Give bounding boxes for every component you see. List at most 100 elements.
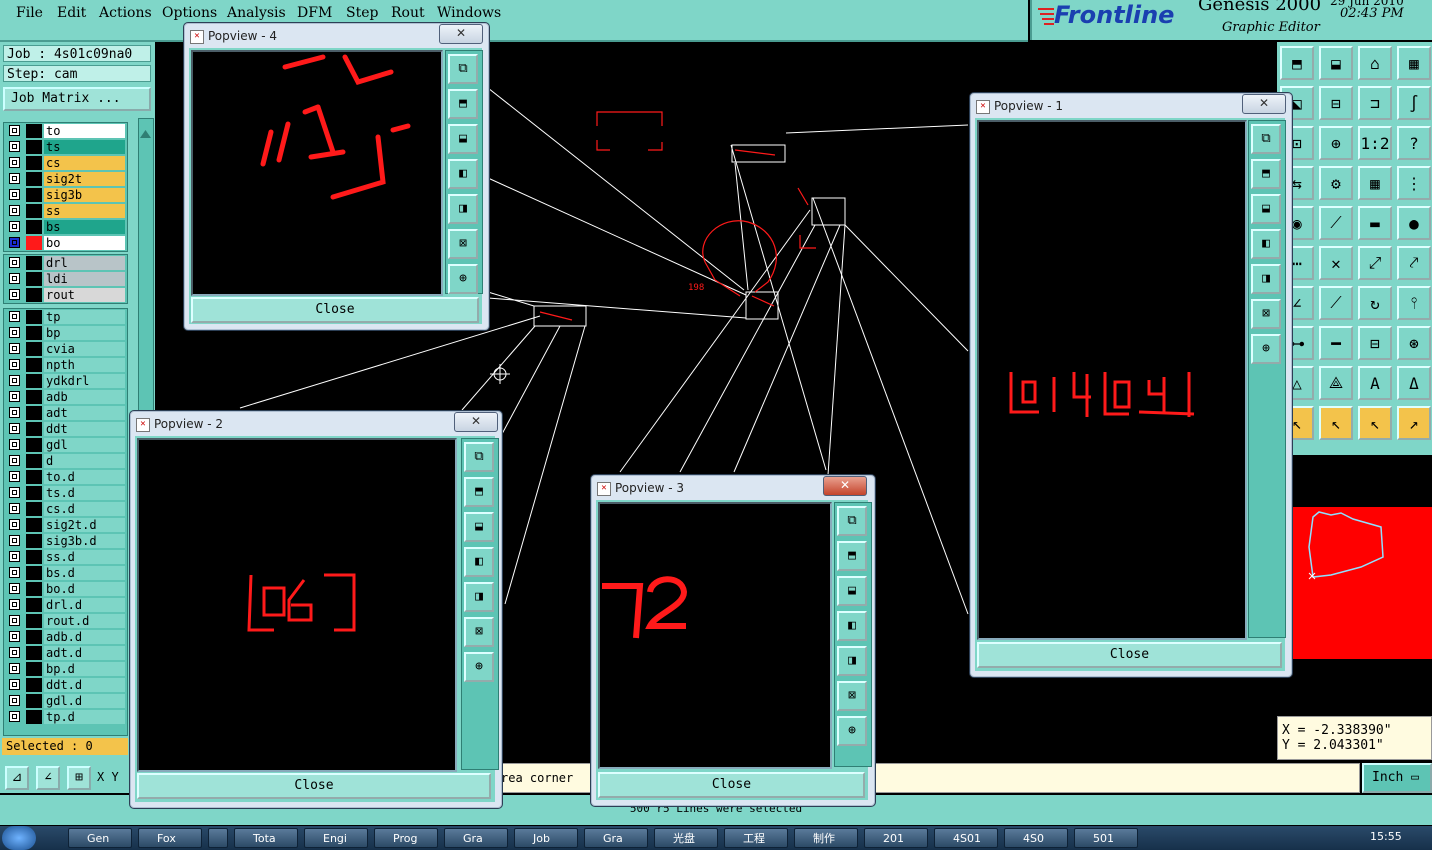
popview-1-canvas[interactable] [977, 120, 1247, 640]
layer-checkbox[interactable] [9, 583, 20, 594]
taskbar-item[interactable]: Fox [138, 828, 202, 848]
layer-name[interactable]: bo [44, 236, 125, 250]
pointer-move-icon[interactable]: ↖ [1358, 406, 1392, 440]
line-icon[interactable]: ⟋ [1319, 206, 1353, 240]
layer-checkbox[interactable] [9, 311, 20, 322]
popview-1-window[interactable]: ✕ Popview - 1 ✕ ⧉ ⬒ ⬓ ◧ ◨ ⊠ ⊕ Close [969, 92, 1293, 678]
display-icon[interactable]: ⬒ [1280, 46, 1314, 80]
layer-name[interactable]: ydkdrl [44, 374, 125, 388]
pan-right-icon[interactable]: ◨ [837, 646, 867, 676]
job-matrix-button[interactable]: Job Matrix ... [3, 87, 151, 111]
scroll-up-arrow-icon[interactable] [140, 123, 151, 138]
popview-2-close-x-button[interactable]: ✕ [454, 412, 498, 432]
layer-row-bo[interactable]: bo [4, 235, 127, 251]
popview-4-close-x-button[interactable]: ✕ [439, 24, 483, 44]
layer-row-bs[interactable]: bs [4, 219, 127, 235]
layer-name[interactable]: bp [44, 326, 125, 340]
layer-name[interactable]: adb [44, 390, 125, 404]
layer-checkbox[interactable] [9, 535, 20, 546]
layer-name[interactable]: rout [44, 288, 125, 302]
pan-icon[interactable]: ⊕ [1319, 126, 1353, 160]
help-icon[interactable]: ? [1397, 126, 1431, 160]
popview-1-close-button[interactable]: Close [977, 642, 1282, 668]
zoom-out-icon[interactable]: ⬓ [1251, 194, 1281, 224]
taskbar-item[interactable]: Gra [584, 828, 648, 848]
layer-checkbox[interactable] [9, 359, 20, 370]
layer-name[interactable]: sig3b [44, 188, 125, 202]
group-icon[interactable]: ⊛ [1397, 326, 1431, 360]
layer-row-ss[interactable]: ss [4, 203, 127, 219]
text-icon[interactable]: A [1358, 366, 1392, 400]
delta-icon[interactable]: Δ [1397, 366, 1431, 400]
popview-3-canvas[interactable] [598, 502, 832, 769]
move-icon[interactable]: ⤢ [1358, 246, 1392, 280]
taskbar-item[interactable]: Gra [444, 828, 508, 848]
zoom-in-icon[interactable]: ⬒ [464, 477, 494, 507]
cross-icon[interactable]: ✕ [1319, 246, 1353, 280]
layer-row-ddt-d[interactable]: ddt.d [4, 677, 127, 693]
layer-row-drl-d[interactable]: drl.d [4, 597, 127, 613]
zoom-out-icon[interactable]: ⬓ [448, 124, 478, 154]
props-icon[interactable]: ⋮ [1397, 166, 1431, 200]
layer-row-rout[interactable]: rout [4, 287, 127, 303]
pan-right-icon[interactable]: ◨ [464, 582, 494, 612]
layer-row-gdl-d[interactable]: gdl.d [4, 693, 127, 709]
settings-icon[interactable]: ⚙ [1319, 166, 1353, 200]
rotate-icon[interactable]: ↻ [1358, 286, 1392, 320]
layer-row-adt-d[interactable]: adt.d [4, 645, 127, 661]
grid-tool-icon[interactable]: ⊞ [67, 766, 91, 790]
layer-row-tp-d[interactable]: tp.d [4, 709, 127, 725]
copy-icon[interactable]: ⤤ [1397, 246, 1431, 280]
layer-row-to[interactable]: to [4, 123, 127, 139]
zoom-in-icon[interactable]: ⬒ [837, 541, 867, 571]
zoom-fit-icon[interactable]: ⊠ [1251, 299, 1281, 329]
pan-left-icon[interactable]: ◧ [448, 159, 478, 189]
layer-checkbox[interactable] [9, 503, 20, 514]
popview-4-window[interactable]: ✕ Popview - 4 ✕ ⧉ ⬒ ⬓ ◧ ◨ ⊠ ⊕ Close [183, 22, 490, 331]
layer-checkbox[interactable] [9, 157, 20, 168]
layer-name[interactable]: ldi [44, 272, 125, 286]
menu-options[interactable]: Options [162, 5, 217, 21]
layer-row-gdl[interactable]: gdl [4, 437, 127, 453]
layer-name[interactable]: ss [44, 204, 125, 218]
layer-checkbox[interactable] [9, 289, 20, 300]
scale-icon[interactable]: 1:2 [1358, 126, 1392, 160]
taskbar-item[interactable]: 光盘 [654, 828, 718, 848]
layer-row-bs-d[interactable]: bs.d [4, 565, 127, 581]
layer-row-npth[interactable]: npth [4, 357, 127, 373]
layer-name[interactable]: sig2t [44, 172, 125, 186]
zoom-home-icon[interactable]: ⊕ [837, 716, 867, 746]
zoom-window-icon[interactable]: ⧉ [464, 442, 494, 472]
zoom-home-icon[interactable]: ⊕ [448, 264, 478, 294]
layer-name[interactable]: bs.d [44, 566, 125, 580]
layer-checkbox[interactable] [9, 471, 20, 482]
start-button[interactable] [2, 826, 36, 850]
popview-1-close-x-button[interactable]: ✕ [1242, 94, 1286, 114]
layer-name[interactable]: ddt.d [44, 678, 125, 692]
layer-checkbox[interactable] [9, 257, 20, 268]
layer-checkbox[interactable] [9, 173, 20, 184]
layer-row-ts-d[interactable]: ts.d [4, 485, 127, 501]
fit-icon[interactable]: ⊟ [1358, 326, 1392, 360]
layer-checkbox[interactable] [9, 679, 20, 690]
zoom-out-icon[interactable]: ⬓ [837, 576, 867, 606]
layer-name[interactable]: cs [44, 156, 125, 170]
layer-name[interactable]: adt.d [44, 646, 125, 660]
taskbar-item[interactable]: 制作 [794, 828, 858, 848]
layer-checkbox[interactable] [9, 237, 20, 248]
popview-4-canvas[interactable] [191, 50, 443, 296]
layer-checkbox[interactable] [9, 487, 20, 498]
pad-icon[interactable]: ● [1397, 206, 1431, 240]
popview-3-window[interactable]: ✕ Popview - 3 ✕ ⧉ ⬒ ⬓ ◧ ◨ ⊠ ⊕ Close [590, 474, 876, 807]
layer-down-icon[interactable]: ⬓ [1319, 46, 1353, 80]
menu-actions[interactable]: Actions [99, 5, 152, 21]
zoom-window-icon[interactable]: ⧉ [448, 54, 478, 84]
layer-row-sig3b-d[interactable]: sig3b.d [4, 533, 127, 549]
mirror-icon[interactable]: ⫯ [1397, 286, 1431, 320]
layer-row-sig3b[interactable]: sig3b [4, 187, 127, 203]
layer-name[interactable]: ts.d [44, 486, 125, 500]
layer-name[interactable]: sig2t.d [44, 518, 125, 532]
layer-checkbox[interactable] [9, 567, 20, 578]
popview-4-close-button[interactable]: Close [191, 297, 479, 323]
taskbar-item[interactable]: 201 [864, 828, 928, 848]
